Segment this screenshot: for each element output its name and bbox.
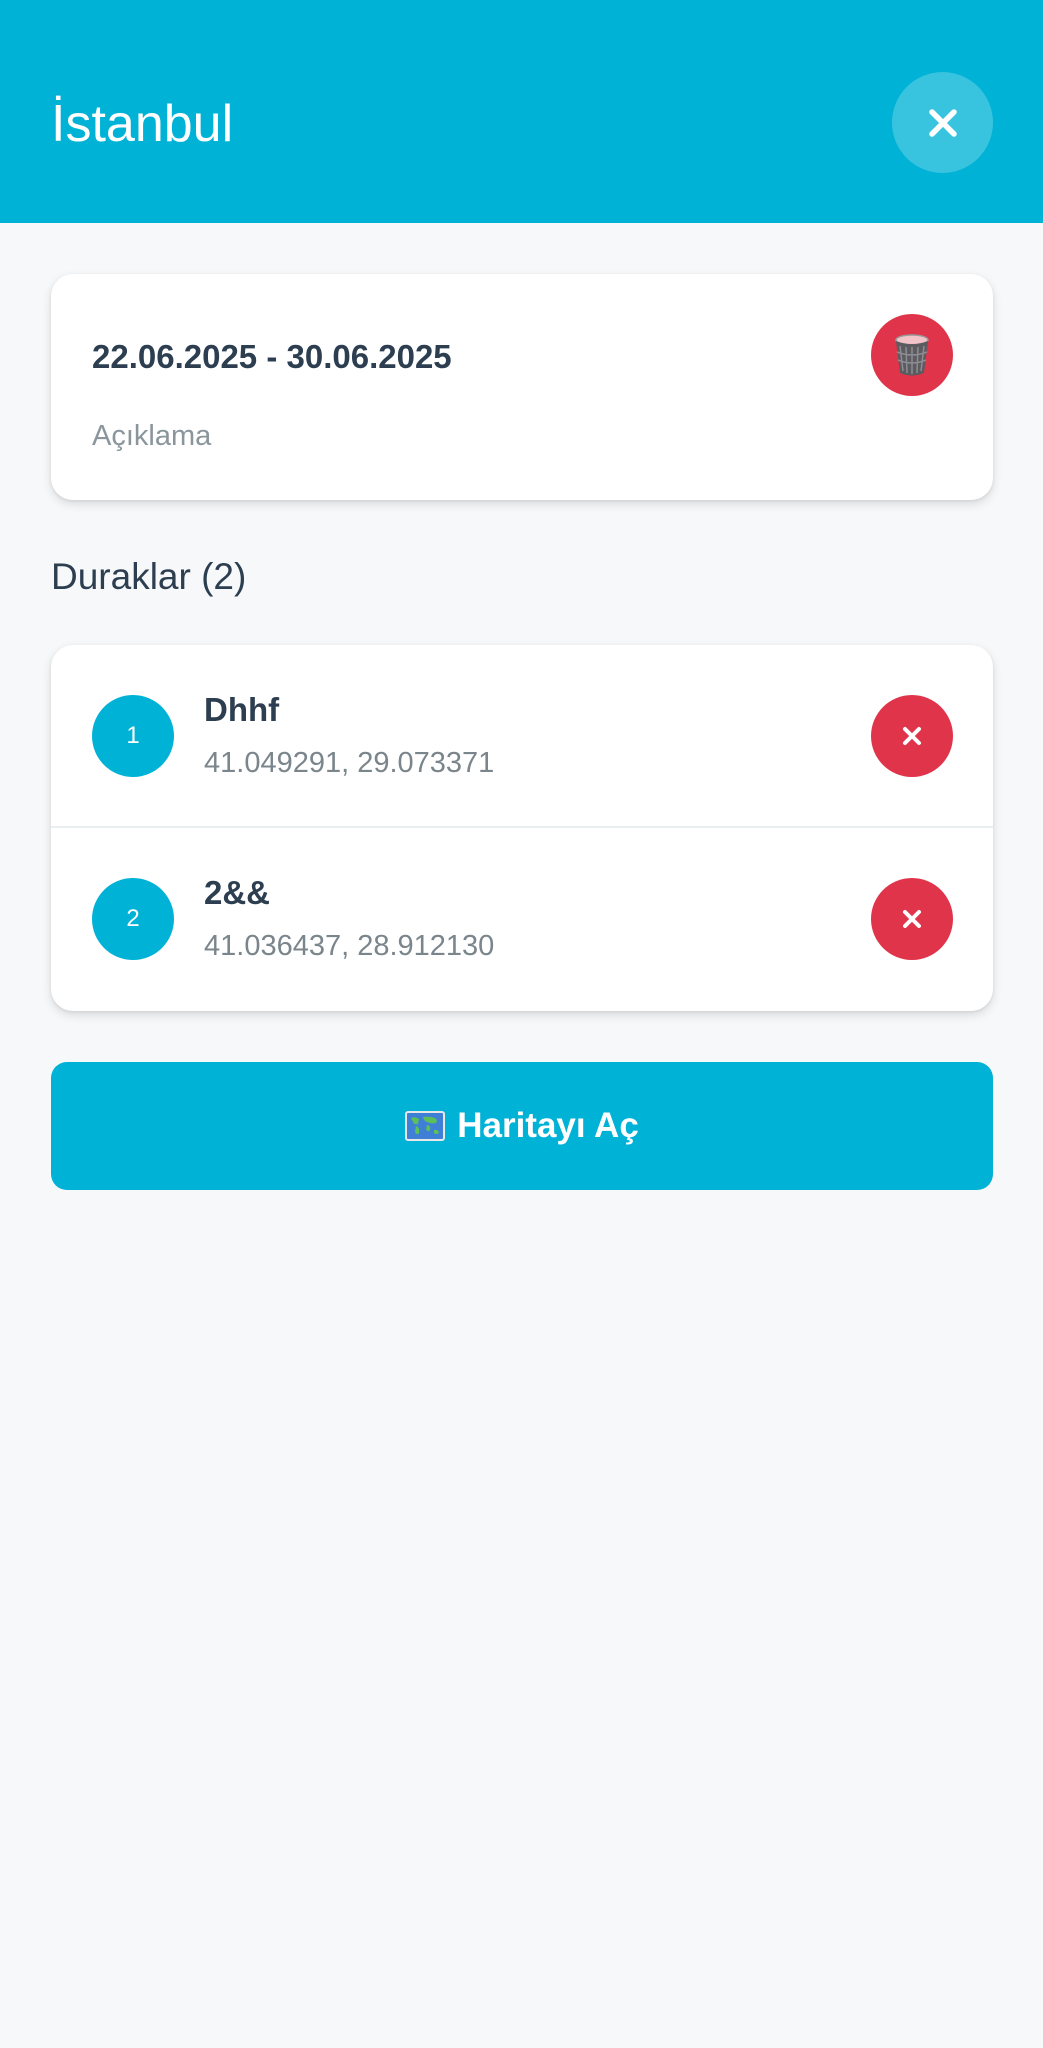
close-button[interactable] <box>892 72 993 173</box>
world-map-icon <box>405 1111 446 1141</box>
trash-icon <box>895 334 929 376</box>
trip-description: Açıklama <box>92 420 212 452</box>
trip-dates: 22.06.2025 - 30.06.2025 <box>92 338 452 375</box>
stop-name: 2&& <box>204 874 271 911</box>
open-map-label: Haritayı Aç <box>457 1106 639 1145</box>
close-icon <box>928 108 957 137</box>
delete-trip-button[interactable] <box>871 314 953 396</box>
stops-list: 1 Dhhf 41.049291, 29.073371 2 2&& 41.036… <box>51 645 993 1011</box>
page-title: İstanbul <box>51 95 234 153</box>
stop-number-badge: 2 <box>92 878 174 960</box>
list-item: 1 Dhhf 41.049291, 29.073371 <box>51 645 993 828</box>
header-bar: İstanbul <box>0 0 1043 223</box>
stop-number-badge: 1 <box>92 695 174 777</box>
stop-coordinates: 41.049291, 29.073371 <box>204 747 495 779</box>
close-icon <box>903 910 921 928</box>
open-map-button[interactable]: Haritayı Aç <box>51 1062 993 1190</box>
list-item: 2 2&& 41.036437, 28.912130 <box>51 828 993 1011</box>
remove-stop-button[interactable] <box>871 695 953 777</box>
trip-card: 22.06.2025 - 30.06.2025 Açıklama <box>51 274 993 500</box>
stop-name: Dhhf <box>204 691 280 728</box>
close-icon <box>903 727 921 745</box>
stops-section-title: Duraklar (2) <box>51 556 247 597</box>
remove-stop-button[interactable] <box>871 878 953 960</box>
stop-coordinates: 41.036437, 28.912130 <box>204 930 495 962</box>
